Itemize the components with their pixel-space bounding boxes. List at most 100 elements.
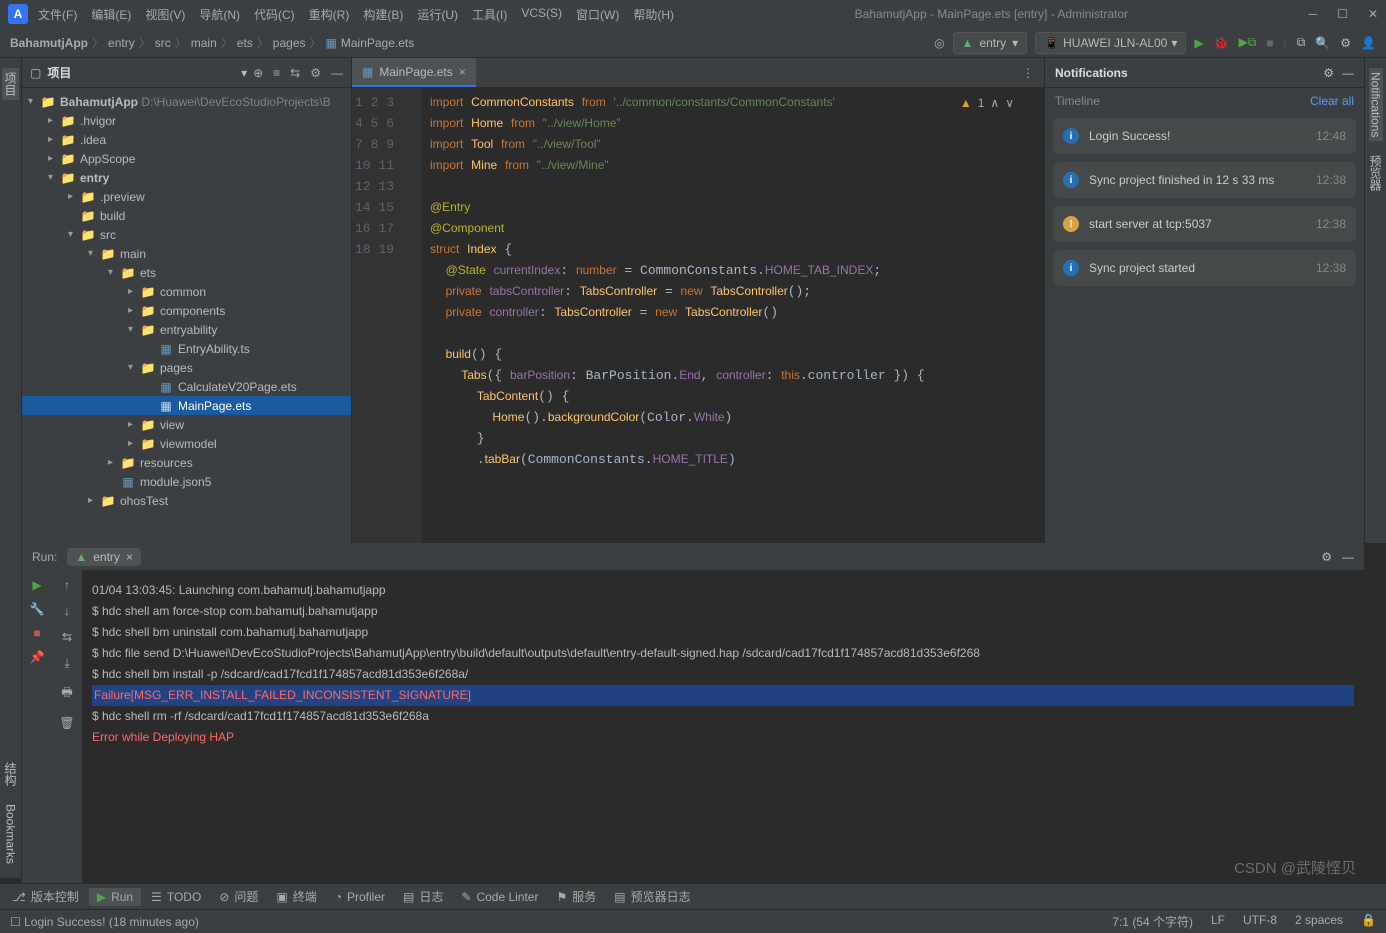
chevron-down-icon[interactable]: ▾ bbox=[241, 66, 247, 80]
clear-all-link[interactable]: Clear all bbox=[1310, 94, 1354, 108]
breadcrumb-file[interactable]: MainPage.ets bbox=[341, 36, 414, 50]
target-icon[interactable]: ◎ bbox=[934, 36, 944, 50]
structure-tool-button[interactable]: 结构 bbox=[2, 758, 19, 790]
locate-icon[interactable]: ⊕ bbox=[253, 66, 263, 80]
tab-problems[interactable]: ⊘问题 bbox=[211, 886, 266, 907]
tree-folder[interactable]: ▾📁main bbox=[22, 244, 351, 263]
notification-item[interactable]: iSync project started12:38 bbox=[1053, 250, 1356, 286]
tab-log[interactable]: ▤日志 bbox=[395, 886, 451, 907]
tab-profiler[interactable]: ◔Profiler bbox=[327, 888, 393, 906]
down-icon[interactable]: ↓ bbox=[64, 604, 70, 618]
device-selector[interactable]: 📱 HUAWEI JLN-AL00 ▾ bbox=[1035, 32, 1186, 54]
tree-folder[interactable]: ▸📁ohosTest bbox=[22, 491, 351, 510]
menu-tools[interactable]: 工具(I) bbox=[472, 6, 507, 23]
editor-inspections[interactable]: ▲1 ∧ ∨ bbox=[960, 96, 1014, 110]
gear-icon[interactable]: ⚙ bbox=[1321, 550, 1332, 564]
notifications-tool-button[interactable]: Notifications bbox=[1369, 68, 1383, 141]
status-icon[interactable]: ☐ bbox=[10, 915, 21, 929]
breadcrumb-item[interactable]: entry bbox=[108, 36, 135, 50]
tree-folder[interactable]: ▸📁components bbox=[22, 301, 351, 320]
tab-run[interactable]: ▶Run bbox=[89, 888, 141, 906]
tree-folder[interactable]: ▸📁view bbox=[22, 415, 351, 434]
close-icon[interactable]: × bbox=[126, 550, 133, 564]
close-button[interactable]: ✕ bbox=[1368, 7, 1378, 21]
tab-todo[interactable]: ☰TODO bbox=[143, 888, 209, 906]
run-config-selector[interactable]: ▲ entry ▾ bbox=[953, 32, 1028, 54]
menu-file[interactable]: 文件(F) bbox=[38, 6, 77, 23]
notification-item[interactable]: iLogin Success!12:48 bbox=[1053, 118, 1356, 154]
hide-icon[interactable]: — bbox=[331, 66, 343, 80]
scroll-icon[interactable]: ⤓ bbox=[64, 656, 69, 671]
tree-folder[interactable]: ▾📁ets bbox=[22, 263, 351, 282]
gear-icon[interactable]: ⚙ bbox=[1323, 66, 1334, 80]
tree-file-selected[interactable]: ▦MainPage.ets bbox=[22, 396, 351, 415]
editor-tab-mainpage[interactable]: ▦ MainPage.ets × bbox=[352, 58, 476, 87]
next-highlight-icon[interactable]: ∨ bbox=[1005, 96, 1014, 110]
project-tool-button[interactable]: 项目 bbox=[2, 68, 19, 100]
menu-navigate[interactable]: 导航(N) bbox=[199, 6, 240, 23]
tree-folder[interactable]: 📁build bbox=[22, 206, 351, 225]
breadcrumb-item[interactable]: src bbox=[155, 36, 171, 50]
tree-file[interactable]: ▦module.json5 bbox=[22, 472, 351, 491]
gear-icon[interactable]: ⚙ bbox=[1340, 36, 1351, 50]
close-tab-icon[interactable]: × bbox=[459, 65, 466, 79]
breadcrumb-item[interactable]: ets bbox=[237, 36, 253, 50]
menu-run[interactable]: 运行(U) bbox=[417, 6, 458, 23]
collapse-icon[interactable]: ⇆ bbox=[290, 66, 300, 80]
expand-icon[interactable]: ≡ bbox=[273, 66, 280, 80]
menu-window[interactable]: 窗口(W) bbox=[576, 6, 619, 23]
menu-help[interactable]: 帮助(H) bbox=[633, 6, 674, 23]
breadcrumb-root[interactable]: BahamutjApp bbox=[10, 36, 88, 50]
tab-services[interactable]: ⚑服务 bbox=[548, 886, 604, 907]
tab-version-control[interactable]: ⎇版本控制 bbox=[4, 886, 87, 907]
menu-build[interactable]: 构建(B) bbox=[363, 6, 403, 23]
search-icon[interactable]: 🔍 bbox=[1315, 36, 1330, 50]
hide-icon[interactable]: — bbox=[1342, 550, 1354, 564]
tree-folder[interactable]: ▾📁entryability bbox=[22, 320, 351, 339]
up-icon[interactable]: ↑ bbox=[64, 578, 70, 592]
tab-terminal[interactable]: ▣终端 bbox=[268, 886, 324, 907]
tree-file[interactable]: ▦EntryAbility.ts bbox=[22, 339, 351, 358]
tab-code-linter[interactable]: ✎Code Linter bbox=[453, 888, 546, 906]
line-separator[interactable]: LF bbox=[1211, 913, 1225, 930]
run-tab-entry[interactable]: ▲ entry × bbox=[67, 548, 141, 566]
stop-icon[interactable]: ■ bbox=[33, 626, 40, 640]
lock-icon[interactable]: 🔒 bbox=[1361, 913, 1376, 930]
wrap-icon[interactable]: ⇆ bbox=[62, 630, 72, 644]
stop-button[interactable]: ■ bbox=[1266, 36, 1273, 50]
breadcrumb-item[interactable]: main bbox=[191, 36, 217, 50]
minimize-button[interactable]: ─ bbox=[1309, 7, 1318, 21]
tree-root[interactable]: ▾📁BahamutjApp D:\Huawei\DevEcoStudioProj… bbox=[22, 92, 351, 111]
menu-vcs[interactable]: VCS(S) bbox=[521, 6, 562, 23]
breadcrumb-item[interactable]: pages bbox=[273, 36, 306, 50]
menu-refactor[interactable]: 重构(R) bbox=[309, 6, 350, 23]
wrench-icon[interactable]: 🔧 bbox=[30, 602, 45, 616]
menu-edit[interactable]: 编辑(E) bbox=[91, 6, 131, 23]
tree-folder[interactable]: ▾📁entry bbox=[22, 168, 351, 187]
menu-code[interactable]: 代码(C) bbox=[254, 6, 295, 23]
tree-folder[interactable]: ▸📁common bbox=[22, 282, 351, 301]
maximize-button[interactable]: ☐ bbox=[1337, 7, 1348, 21]
previewer-tool-button[interactable]: 预览器 bbox=[1367, 151, 1384, 195]
rerun-button[interactable]: ▶ bbox=[32, 578, 41, 592]
tree-folder[interactable]: ▸📁.idea bbox=[22, 130, 351, 149]
notification-item[interactable]: !start server at tcp:503712:38 bbox=[1053, 206, 1356, 242]
debug-button[interactable]: 🐞 bbox=[1214, 36, 1229, 50]
tree-file[interactable]: ▦CalculateV20Page.ets bbox=[22, 377, 351, 396]
tree-folder[interactable]: ▸📁AppScope bbox=[22, 149, 351, 168]
run-button[interactable]: ▶ bbox=[1194, 36, 1203, 50]
tool1-icon[interactable]: ⧉ bbox=[1297, 35, 1306, 50]
tree-folder[interactable]: ▸📁.preview bbox=[22, 187, 351, 206]
tree-folder[interactable]: ▾📁src bbox=[22, 225, 351, 244]
indent-setting[interactable]: 2 spaces bbox=[1295, 913, 1343, 930]
caret-position[interactable]: 7:1 (54 个字符) bbox=[1112, 913, 1193, 930]
notification-item[interactable]: iSync project finished in 12 s 33 ms12:3… bbox=[1053, 162, 1356, 198]
tab-previewer-log[interactable]: ▤预览器日志 bbox=[606, 886, 698, 907]
menu-view[interactable]: 视图(V) bbox=[145, 6, 185, 23]
file-encoding[interactable]: UTF-8 bbox=[1243, 913, 1277, 930]
tree-folder[interactable]: ▾📁pages bbox=[22, 358, 351, 377]
project-tree[interactable]: ▾📁BahamutjApp D:\Huawei\DevEcoStudioProj… bbox=[22, 88, 351, 543]
tree-folder[interactable]: ▸📁viewmodel bbox=[22, 434, 351, 453]
prev-highlight-icon[interactable]: ∧ bbox=[990, 96, 999, 110]
trash-icon[interactable]: 🗑 bbox=[59, 716, 74, 730]
